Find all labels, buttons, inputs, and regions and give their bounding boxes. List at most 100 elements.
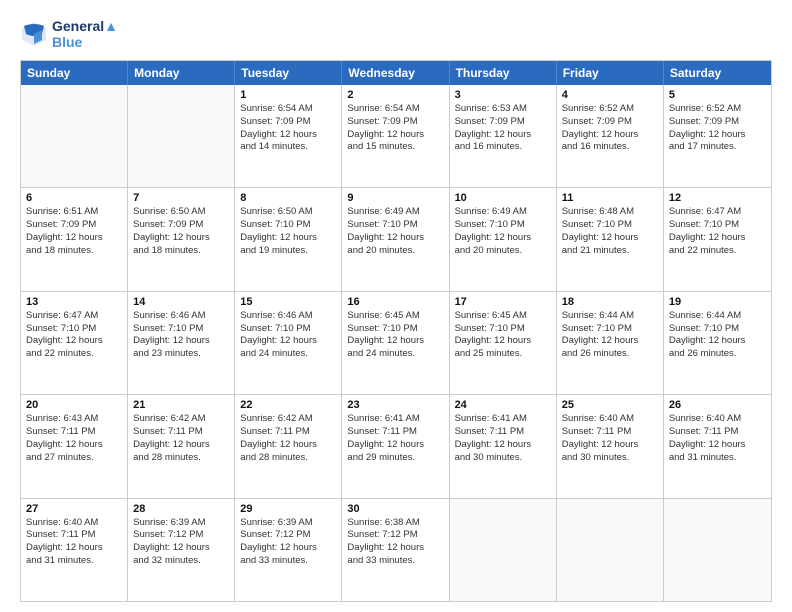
day-number: 14	[133, 296, 229, 308]
cell-line: and 22 minutes.	[669, 245, 766, 258]
day-number: 9	[347, 192, 443, 204]
cell-line: Sunrise: 6:48 AM	[562, 206, 658, 219]
cell-line: Sunset: 7:12 PM	[347, 529, 443, 542]
day-number: 8	[240, 192, 336, 204]
page: General▲ Blue SundayMondayTuesdayWednesd…	[0, 0, 792, 612]
day-number: 23	[347, 399, 443, 411]
cell-line: Sunrise: 6:51 AM	[26, 206, 122, 219]
calendar-cell: 10Sunrise: 6:49 AMSunset: 7:10 PMDayligh…	[450, 188, 557, 290]
cell-line: Sunset: 7:10 PM	[562, 323, 658, 336]
calendar-row: 20Sunrise: 6:43 AMSunset: 7:11 PMDayligh…	[21, 394, 771, 497]
calendar-row: 6 Sunrise: 6:51 AM Sunset: 7:09 PM Daylight…	[21, 187, 771, 290]
day-number: 10	[455, 192, 551, 204]
cell-line: Sunset: 7:11 PM	[347, 426, 443, 439]
cell-line: Daylight: 12 hours	[669, 439, 766, 452]
day-number: 7	[133, 192, 229, 204]
weekday-header: Thursday	[450, 61, 557, 85]
day-number: 1	[240, 89, 336, 101]
cell-line: and 20 minutes.	[347, 245, 443, 258]
cell-line: Daylight: 12 hours	[240, 129, 336, 142]
cell-line: Sunset: 7:10 PM	[26, 323, 122, 336]
cell-line: Sunrise: 6:40 AM	[26, 517, 122, 530]
cell-line: Sunset: 7:10 PM	[455, 219, 551, 232]
calendar-cell: 13Sunrise: 6:47 AMSunset: 7:10 PMDayligh…	[21, 292, 128, 394]
cell-line: Sunrise: 6:53 AM	[455, 103, 551, 116]
cell-line: Sunrise: 6:46 AM	[240, 310, 336, 323]
cell-line: Sunset: 7:10 PM	[562, 219, 658, 232]
cell-line: Sunrise: 6:47 AM	[26, 310, 122, 323]
day-number: 26	[669, 399, 766, 411]
cell-line: and 24 minutes.	[347, 348, 443, 361]
cell-line: Sunrise: 6:41 AM	[347, 413, 443, 426]
cell-line: and 21 minutes.	[562, 245, 658, 258]
cell-line: and 16 minutes.	[562, 141, 658, 154]
cell-line: and 15 minutes.	[347, 141, 443, 154]
day-number: 2	[347, 89, 443, 101]
cell-line: and 28 minutes.	[240, 452, 336, 465]
day-number: 21	[133, 399, 229, 411]
cell-line: and 16 minutes.	[455, 141, 551, 154]
weekday-header: Monday	[128, 61, 235, 85]
cell-line: and 26 minutes.	[669, 348, 766, 361]
cell-line: and 30 minutes.	[455, 452, 551, 465]
cell-line: and 32 minutes.	[133, 555, 229, 568]
calendar-cell: 18Sunrise: 6:44 AMSunset: 7:10 PMDayligh…	[557, 292, 664, 394]
cell-line: and 18 minutes.	[26, 245, 122, 258]
cell-line: Sunrise: 6:43 AM	[26, 413, 122, 426]
cell-line: Sunset: 7:12 PM	[133, 529, 229, 542]
calendar-cell: 26Sunrise: 6:40 AMSunset: 7:11 PMDayligh…	[664, 395, 771, 497]
calendar-cell	[557, 499, 664, 601]
cell-line: Sunrise: 6:54 AM	[240, 103, 336, 116]
cell-line: Sunrise: 6:39 AM	[240, 517, 336, 530]
day-number: 28	[133, 503, 229, 515]
cell-line: and 28 minutes.	[133, 452, 229, 465]
cell-line: and 26 minutes.	[562, 348, 658, 361]
day-number: 6	[26, 192, 122, 204]
calendar-cell: 17Sunrise: 6:45 AMSunset: 7:10 PMDayligh…	[450, 292, 557, 394]
cell-line: Sunrise: 6:42 AM	[240, 413, 336, 426]
cell-line: Sunset: 7:10 PM	[669, 219, 766, 232]
cell-line: Daylight: 12 hours	[133, 439, 229, 452]
cell-line: Sunrise: 6:52 AM	[669, 103, 766, 116]
cell-line: Sunset: 7:10 PM	[240, 219, 336, 232]
cell-line: Daylight: 12 hours	[133, 542, 229, 555]
cell-line: and 33 minutes.	[240, 555, 336, 568]
cell-line: Daylight: 12 hours	[455, 232, 551, 245]
cell-line: Daylight: 12 hours	[347, 335, 443, 348]
cell-line: Daylight: 12 hours	[133, 335, 229, 348]
cell-line: Sunrise: 6:45 AM	[455, 310, 551, 323]
cell-line: Sunrise: 6:49 AM	[347, 206, 443, 219]
calendar-body: 1Sunrise: 6:54 AMSunset: 7:09 PMDaylight…	[21, 85, 771, 601]
cell-line: Sunset: 7:11 PM	[240, 426, 336, 439]
cell-line: Daylight: 12 hours	[26, 335, 122, 348]
cell-line: Daylight: 12 hours	[669, 129, 766, 142]
cell-line: Sunrise: 6:50 AM	[240, 206, 336, 219]
calendar-cell: 22Sunrise: 6:42 AMSunset: 7:11 PMDayligh…	[235, 395, 342, 497]
cell-line: Sunset: 7:11 PM	[133, 426, 229, 439]
cell-line: Sunset: 7:11 PM	[26, 426, 122, 439]
cell-line: Sunrise: 6:40 AM	[562, 413, 658, 426]
day-number: 20	[26, 399, 122, 411]
cell-line: Sunset: 7:09 PM	[669, 116, 766, 129]
cell-line: Sunrise: 6:40 AM	[669, 413, 766, 426]
day-number: 3	[455, 89, 551, 101]
cell-line: Daylight: 12 hours	[240, 232, 336, 245]
cell-line: and 20 minutes.	[455, 245, 551, 258]
cell-line: Sunset: 7:09 PM	[455, 116, 551, 129]
calendar-cell: 6Sunrise: 6:51 AMSunset: 7:09 PMDaylight…	[21, 188, 128, 290]
cell-line: Sunset: 7:10 PM	[455, 323, 551, 336]
calendar-cell: 27Sunrise: 6:40 AMSunset: 7:11 PMDayligh…	[21, 499, 128, 601]
cell-line: Sunset: 7:09 PM	[133, 219, 229, 232]
calendar-cell: 11 Sunrise: 6:48 AMSunset: 7:10 PMDayligh…	[557, 188, 664, 290]
cell-line: Sunset: 7:10 PM	[133, 323, 229, 336]
cell-line: Sunset: 7:09 PM	[562, 116, 658, 129]
cell-line: Sunset: 7:11 PM	[455, 426, 551, 439]
calendar-row: 13Sunrise: 6:47 AMSunset: 7:10 PMDayligh…	[21, 291, 771, 394]
cell-line: Daylight: 12 hours	[562, 232, 658, 245]
day-number: 11	[562, 192, 658, 204]
day-number: 30	[347, 503, 443, 515]
day-number: 19	[669, 296, 766, 308]
cell-line: Daylight: 12 hours	[669, 232, 766, 245]
logo: General▲ Blue	[20, 18, 118, 50]
day-number: 22	[240, 399, 336, 411]
